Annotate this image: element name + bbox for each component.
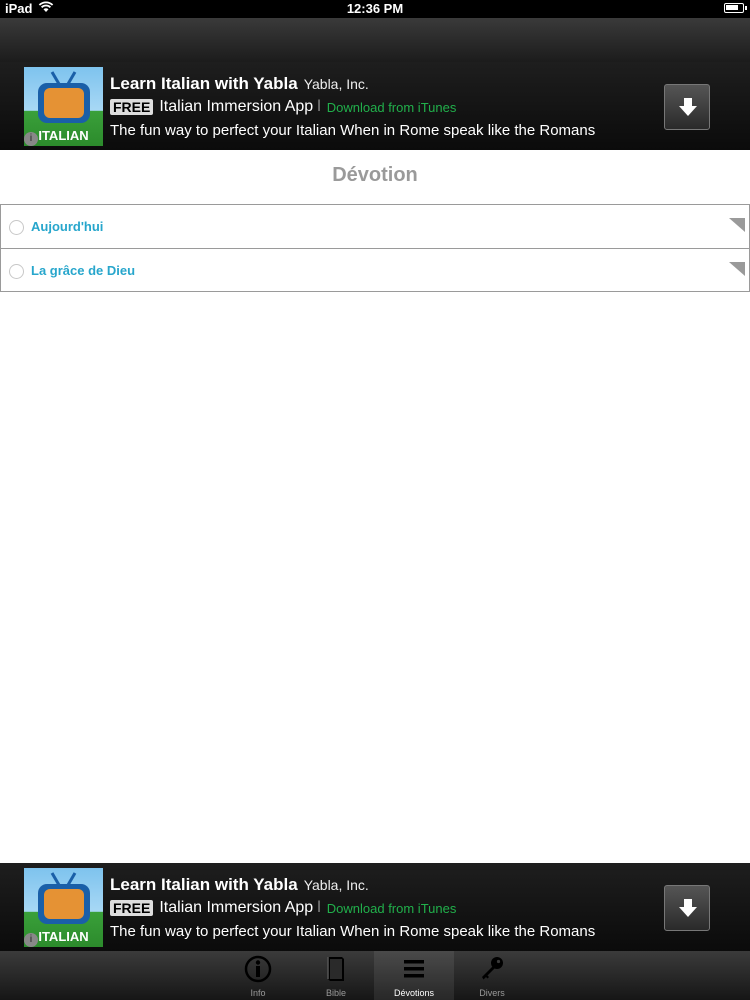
ad-download-link[interactable]: Download from iTunes xyxy=(327,901,457,916)
ad-tagline: The fun way to perfect your Italian When… xyxy=(110,122,596,139)
status-time: 12:36 PM xyxy=(346,1,404,16)
ad-banner-bottom[interactable]: ITALIAN i Learn Italian with Yabla Yabla,… xyxy=(0,863,750,951)
list-item-label: La grâce de Dieu xyxy=(31,263,136,278)
disclosure-corner-icon xyxy=(729,218,745,232)
tab-label: Bible xyxy=(325,988,346,998)
tab-info[interactable]: Info xyxy=(218,951,298,1000)
ad-tagline: The fun way to perfect your Italian When… xyxy=(110,923,596,940)
battery-icon xyxy=(724,3,747,13)
ad-title: Learn Italian with Yabla Yabla, Inc. xyxy=(110,875,369,895)
ad-title-text: Learn Italian with Yabla xyxy=(110,875,298,894)
ad-download-link[interactable]: Download from iTunes xyxy=(327,100,457,115)
ad-separator: l xyxy=(317,899,321,916)
tab-bible[interactable]: Bible xyxy=(296,951,376,1000)
book-icon xyxy=(327,957,344,981)
ad-download-button[interactable] xyxy=(664,885,710,931)
ad-company: Yabla, Inc. xyxy=(303,76,369,92)
ad-banner-top[interactable]: ITALIAN i Learn Italian with Yabla Yabla,… xyxy=(0,62,750,150)
list-icon xyxy=(404,960,424,978)
ad-download-button[interactable] xyxy=(664,84,710,130)
download-arrow-icon xyxy=(679,899,697,917)
devotion-list: Aujourd'hui La grâce de Dieu xyxy=(0,204,750,292)
ad-info-icon[interactable]: i xyxy=(24,933,38,947)
tab-divers[interactable]: Divers xyxy=(452,951,532,1000)
ad-app-type: Italian Immersion App xyxy=(159,98,314,115)
page-title: Dévotion xyxy=(332,164,418,186)
disclosure-corner-icon xyxy=(729,262,745,276)
tab-devotions[interactable]: Dévotions xyxy=(374,951,454,1000)
ad-title: Learn Italian with Yabla Yabla, Inc. xyxy=(110,74,369,94)
ad-subtitle: FREE Italian Immersion App l Download fr… xyxy=(110,98,456,116)
navigation-bar xyxy=(0,18,750,64)
list-item-label: Aujourd'hui xyxy=(31,219,104,234)
ad-title-text: Learn Italian with Yabla xyxy=(110,74,298,93)
tab-label: Info xyxy=(250,988,266,998)
status-bar: iPad 12:36 PM xyxy=(0,0,750,18)
ad-info-icon[interactable]: i xyxy=(24,132,38,146)
info-icon xyxy=(244,955,272,983)
ad-price-badge: FREE xyxy=(110,900,154,916)
ad-company: Yabla, Inc. xyxy=(303,877,369,893)
list-item-aujourdhui[interactable]: Aujourd'hui xyxy=(1,205,749,248)
tab-label: Dévotions xyxy=(393,988,435,998)
list-item-la-grace-de-dieu[interactable]: La grâce de Dieu xyxy=(1,248,749,291)
download-arrow-icon xyxy=(679,98,697,116)
ad-subtitle: FREE Italian Immersion App l Download fr… xyxy=(110,899,456,917)
tab-label: Divers xyxy=(479,988,505,998)
ad-app-type: Italian Immersion App xyxy=(159,899,314,916)
radio-icon[interactable] xyxy=(9,264,24,279)
ad-separator: l xyxy=(317,98,321,115)
key-icon xyxy=(482,957,503,980)
ad-price-badge: FREE xyxy=(110,99,154,115)
radio-icon[interactable] xyxy=(9,220,24,235)
tab-bar: Info Bible Dévotions Divers xyxy=(0,951,750,1000)
